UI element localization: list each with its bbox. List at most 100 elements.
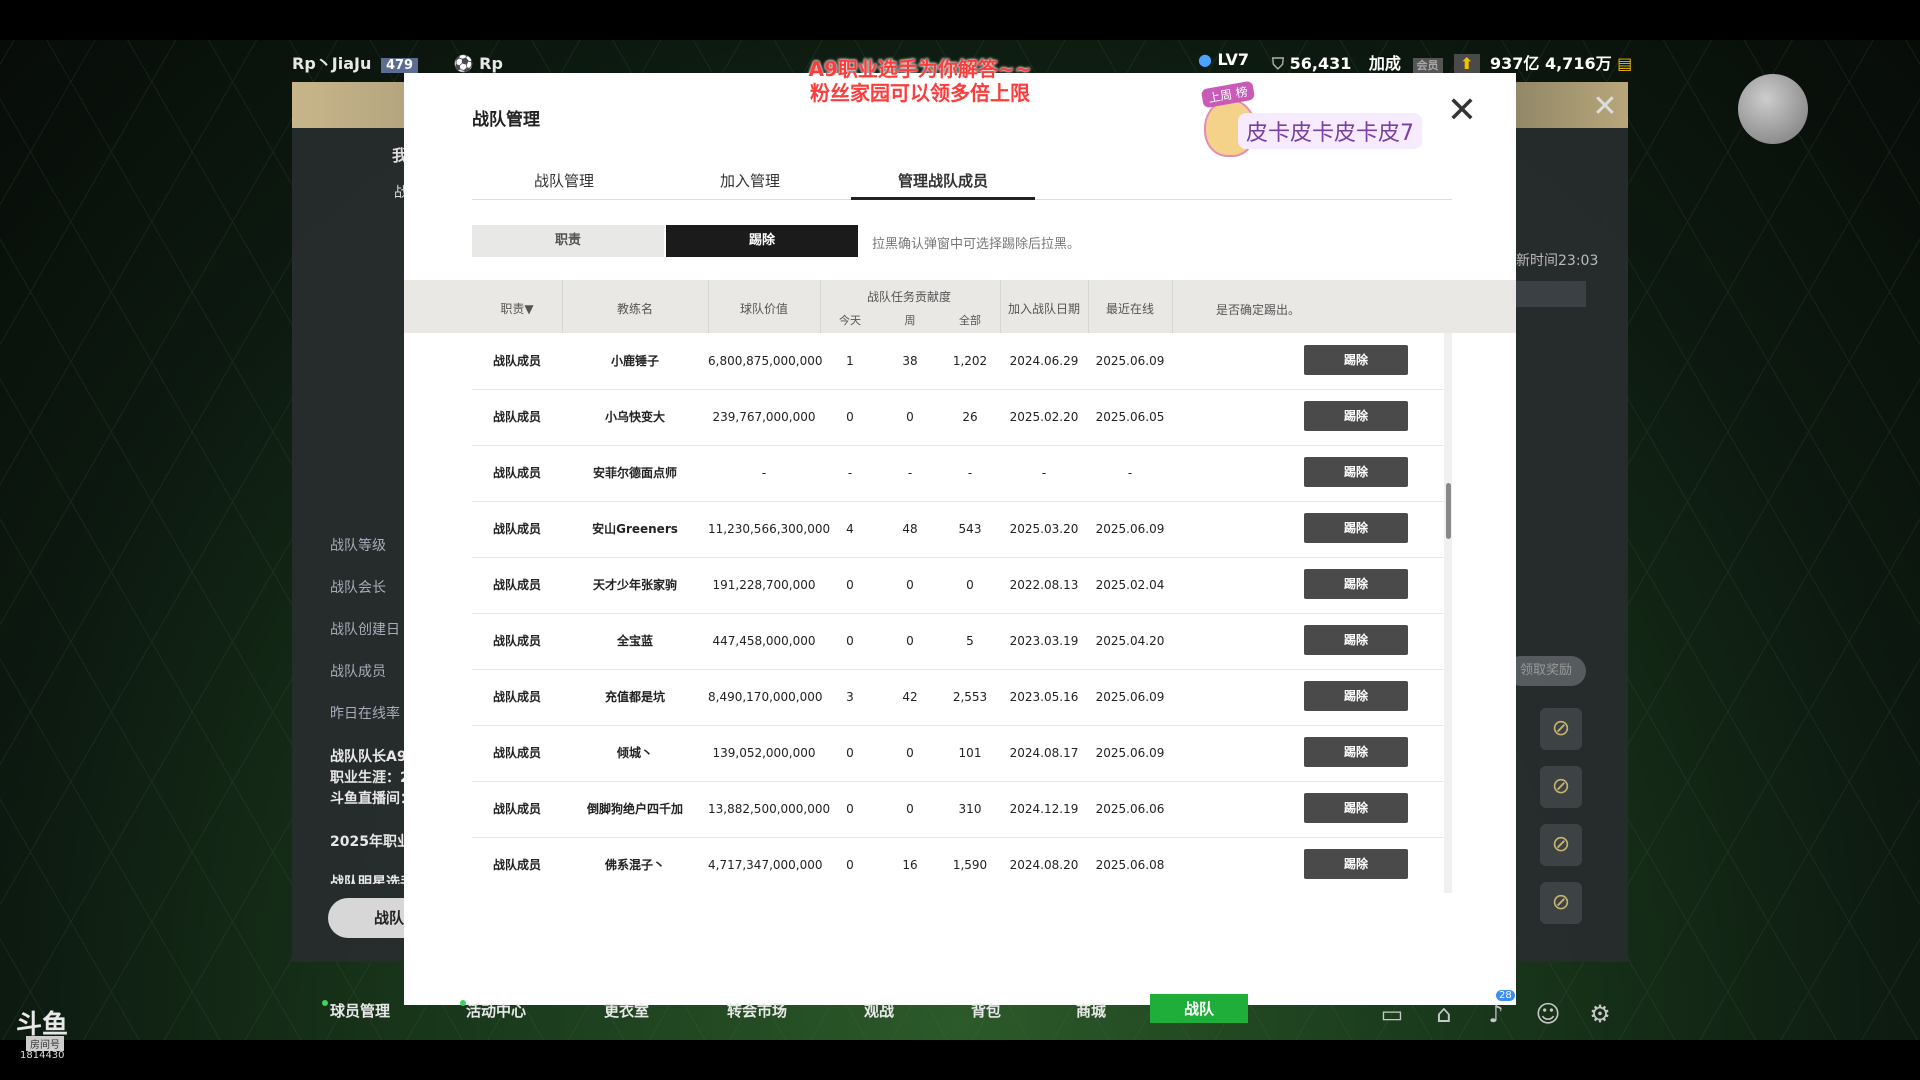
header-today: 今天 [839, 314, 861, 327]
table-row: 战队成员 全宝蓝 447,458,000,000 0 0 5 2023.03.19 2025.… [472, 613, 1448, 670]
cell-joined: 2023.05.16 [1009, 690, 1079, 704]
cell-week: 0 [906, 634, 914, 648]
hud-vip: ● LV7 [1198, 50, 1249, 69]
cell-joined: 2025.02.20 [1009, 410, 1079, 424]
home-icon[interactable]: ⌂ [1428, 998, 1460, 1030]
table-row: 战队成员 小乌快变大 239,767,000,000 0 0 26 2025.02.20 20… [472, 389, 1448, 446]
cell-all: 101 [958, 746, 982, 760]
cell-week: 0 [906, 802, 914, 816]
cell-week: 0 [906, 578, 914, 592]
cell-value: 191,228,700,000 [712, 578, 816, 592]
cell-all: 543 [958, 522, 982, 536]
promo-line-2: 粉丝家园可以领多倍上限 [810, 81, 1030, 105]
underlay-label: 战队成员 [330, 664, 386, 680]
segment-kick[interactable]: 踢除 [666, 225, 858, 257]
table-row: 战队成员 安菲尔德面点师 - - - - - - 踢除 [472, 445, 1448, 502]
reward-badge-icon: ⊘ [1540, 882, 1582, 924]
underlay-label: 昨日在线率 [330, 706, 400, 722]
member-table-body[interactable]: 战队成员 小鹿锤子 6,800,875,000,000 1 38 1,202 2024.06… [472, 333, 1448, 893]
header-confirm-kick: 是否确定踢出。 [1215, 303, 1300, 317]
nav-player-management[interactable]: 球员管理 [330, 1000, 390, 1021]
nav-team[interactable]: 战队 [1150, 994, 1249, 1023]
cell-week: 48 [902, 522, 918, 536]
cell-joined: 2024.08.17 [1009, 746, 1079, 760]
cell-joined: 2023.03.19 [1009, 634, 1079, 648]
kick-button[interactable]: 踢除 [1304, 569, 1408, 599]
kick-button[interactable]: 踢除 [1304, 737, 1408, 767]
nav-shop[interactable]: 商城 [1076, 1000, 1106, 1021]
room-label: 房间号 [26, 1036, 64, 1051]
nav-activity-center[interactable]: 活动中心 [466, 1000, 526, 1021]
underlay-close-icon[interactable]: ✕ [1588, 90, 1622, 124]
cell-all: 2,553 [952, 690, 988, 704]
header-role[interactable]: 职责▼ [472, 300, 562, 317]
kick-button[interactable]: 踢除 [1304, 401, 1408, 431]
cell-coach: 倾城丶 [616, 746, 653, 760]
upgrade-icon[interactable]: ⬆ [1454, 54, 1480, 73]
cell-role: 战队成员 [492, 802, 541, 816]
cell-value: 4,717,347,000,000 [708, 858, 823, 872]
tab-join-management[interactable]: 加入管理 [658, 165, 842, 197]
cell-role: 战队成员 [492, 354, 541, 368]
nav-transfer-market[interactable]: 转会市场 [727, 1000, 787, 1021]
kick-button[interactable]: 踢除 [1304, 345, 1408, 375]
segment-roles[interactable]: 职责 [472, 225, 664, 257]
user-sticker: 上周 榜 皮卡皮卡皮卡皮7 [1184, 80, 1454, 159]
cell-coach: 佛系混子丶 [604, 858, 665, 872]
close-icon[interactable]: ✕ [1444, 93, 1480, 131]
cell-role: 战队成员 [492, 410, 541, 424]
kick-button[interactable]: 踢除 [1304, 513, 1408, 543]
modal-title: 战队管理 [472, 110, 540, 130]
cell-role: 战队成员 [492, 466, 541, 480]
table-row: 战队成员 倾城丶 139,052,000,000 0 0 101 2024.08.17 202… [472, 725, 1448, 782]
kick-button[interactable]: 踢除 [1304, 625, 1408, 655]
cell-week: 38 [902, 354, 918, 368]
tab-team-management[interactable]: 战队管理 [472, 165, 656, 197]
reward-badge-icon: ⊘ [1540, 824, 1582, 866]
room-number: 1814430 [20, 1050, 65, 1061]
table-row: 战队成员 安山Greeners 11,230,566,300,000 4 48 543 20… [472, 501, 1448, 558]
underlay-claim-button[interactable]: 领取奖励 [1506, 656, 1586, 686]
scrollbar-track[interactable] [1444, 333, 1452, 893]
reward-badge-icon: ⊘ [1540, 766, 1582, 808]
underlay-label: 战队创建日 [330, 622, 400, 638]
nav-notification-dot [322, 1000, 328, 1006]
header-contribution: 战队任务贡献度 [866, 290, 951, 304]
table-row: 战队成员 倒脚狗绝户四千加 13,882,500,000,000 0 0 310 2024.… [472, 781, 1448, 838]
cell-role: 战队成员 [492, 634, 541, 648]
vip-icon: ● [1198, 50, 1212, 69]
bonus-label: 加成 [1368, 54, 1401, 73]
chat-icon[interactable]: ▭ [1376, 998, 1408, 1030]
underlay-label: 战队会长 [330, 580, 386, 596]
nav-spectate[interactable]: 观战 [864, 1000, 894, 1021]
bell-icon[interactable]: ♪ [1480, 998, 1512, 1030]
cell-online: 2025.06.09 [1095, 690, 1165, 704]
avatar[interactable] [1738, 74, 1808, 144]
cell-week: 0 [906, 410, 914, 424]
cell-today: 0 [846, 802, 854, 816]
cell-all: 5 [966, 634, 974, 648]
underlay-text: 战队队长A9. [330, 749, 412, 765]
table-row: 战队成员 天才少年张家驹 191,228,700,000 0 0 0 2022.08.13 2… [472, 557, 1448, 614]
nav-bag[interactable]: 背包 [971, 1000, 1001, 1021]
header-last-online: 最近在线 [1105, 302, 1154, 316]
nav-locker-room[interactable]: 更衣室 [604, 1000, 649, 1021]
kick-button[interactable]: 踢除 [1304, 849, 1408, 879]
kick-button[interactable]: 踢除 [1304, 681, 1408, 711]
cell-joined: 2024.06.29 [1009, 354, 1079, 368]
cell-coach: 天才少年张家驹 [592, 578, 677, 592]
profile-icon[interactable]: ☺ [1532, 998, 1564, 1030]
table-header: 职责▼ 教练名 球队价值 战队任务贡献度 今天 周 全部 加入战队日期 最近在线… [404, 280, 1516, 333]
tab-manage-members[interactable]: 管理战队成员 [851, 165, 1035, 200]
table-row: 战队成员 佛系混子丶 4,717,347,000,000 0 16 1,590 2024.0… [472, 837, 1448, 893]
cell-week: 16 [902, 858, 918, 872]
kick-button[interactable]: 踢除 [1304, 457, 1408, 487]
cell-all: 1,590 [952, 858, 988, 872]
hud-coins: 937亿 4,716万 ▤ [1490, 50, 1632, 74]
underlay-text: 战队明星选手 [330, 875, 414, 884]
cell-online: 2025.06.05 [1095, 410, 1165, 424]
scrollbar-thumb[interactable] [1446, 483, 1451, 539]
kick-button[interactable]: 踢除 [1304, 793, 1408, 823]
gear-icon[interactable]: ⚙ [1584, 998, 1616, 1030]
cell-today: 0 [846, 858, 854, 872]
